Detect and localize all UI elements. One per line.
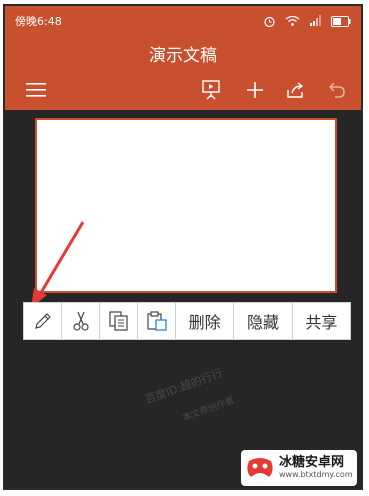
app-toolbar [5,70,361,110]
share-button[interactable]: 共享 [293,303,350,339]
hide-button[interactable]: 隐藏 [234,303,293,339]
alarm-icon [264,16,275,27]
site-logo: 冰糖安卓网 www.btxtdmy.com [241,450,357,486]
paste-icon[interactable] [138,303,176,339]
status-time: 傍晚6:48 [15,15,62,28]
copy-icon[interactable] [100,303,138,339]
delete-button[interactable]: 删除 [176,303,235,339]
present-icon[interactable] [197,76,225,104]
signal-icon [310,15,321,26]
logo-url: www.btxtdmy.com [279,470,353,479]
annotation-arrow-icon [31,221,85,308]
logo-name: 冰糖安卓网 [279,455,345,470]
phone-screen: 傍晚6:48 演示文稿 删除 隐藏 共享 百度ID:超的行行 本文原创作者 冰糖… [3,4,363,490]
page-title: 演示文稿 [149,45,217,66]
pencil-icon[interactable] [24,303,62,339]
battery-icon [331,15,351,27]
share-icon[interactable] [282,76,310,104]
context-menu: 删除 隐藏 共享 [23,302,351,340]
scissors-icon[interactable] [62,303,100,339]
plus-icon[interactable] [241,76,269,104]
title-bar: 演示文稿 [5,36,361,70]
status-bar: 傍晚6:48 [5,6,361,36]
slide-editor: 删除 隐藏 共享 百度ID:超的行行 本文原创作者 冰糖安卓网 www.btxt… [5,110,361,488]
wifi-icon [285,15,300,26]
watermark-line2: 本文原创作者 [181,395,236,424]
hamburger-icon[interactable] [23,76,51,104]
undo-icon[interactable] [323,76,351,104]
gamepad-icon [247,458,273,477]
